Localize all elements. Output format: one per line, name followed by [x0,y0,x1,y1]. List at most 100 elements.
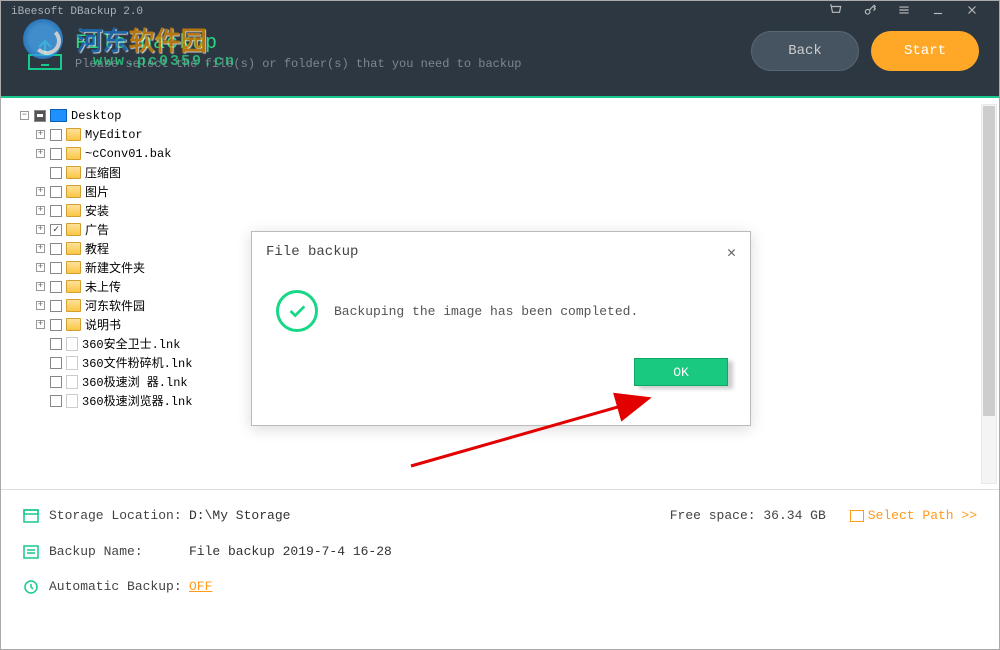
expander-icon[interactable]: + [35,319,46,330]
checkbox[interactable] [50,319,62,331]
auto-backup-toggle[interactable]: OFF [189,579,212,594]
auto-backup-row: Automatic Backup: OFF [1,569,999,604]
folder-icon [66,261,81,274]
app-title: iBeesoft DBackup 2.0 [11,6,143,18]
tree-label: MyEditor [85,128,143,142]
folder-icon [66,166,81,179]
tree-label: 360极速浏览器.lnk [82,392,192,409]
expander-icon[interactable]: + [35,205,46,216]
back-button[interactable]: Back [751,31,859,71]
footer: Storage Location: D:\My Storage Free spa… [1,489,999,649]
backup-name-value[interactable]: File backup 2019-7-4 16-28 [189,544,977,559]
checkbox[interactable] [50,186,62,198]
folder-icon [66,185,81,198]
backup-name-label: Backup Name: [49,544,189,559]
checkbox[interactable] [50,205,62,217]
tree-label: 360文件粉碎机.lnk [82,354,192,371]
scrollbar-thumb[interactable] [983,106,995,416]
select-path-icon [850,510,864,522]
checkbox[interactable] [50,395,62,407]
dialog-message: Backuping the image has been completed. [334,304,638,319]
tree-row[interactable]: + MyEditor [35,125,993,144]
expander-icon[interactable]: + [35,224,46,235]
folder-icon [66,318,81,331]
folder-icon [66,147,81,160]
checkbox[interactable]: ✓ [50,224,62,236]
minimize-icon[interactable] [931,3,945,22]
free-space: Free space: 36.34 GB [670,508,826,523]
dialog-title: File backup [266,244,358,260]
folder-icon [66,280,81,293]
folder-icon [66,223,81,236]
checkbox[interactable] [50,376,62,388]
key-icon[interactable] [863,3,877,22]
dialog-footer: OK [252,342,750,402]
checkbox[interactable] [50,338,62,350]
tree-row[interactable]: + 图片 [35,182,993,201]
tree-label: 广告 [85,221,109,238]
ok-button[interactable]: OK [634,358,728,386]
menu-icon[interactable] [897,3,911,22]
storage-location-label: Storage Location: [49,508,189,523]
tree-label: 压缩图 [85,164,121,181]
page-title: File backup [75,32,751,55]
auto-backup-icon [23,580,39,594]
expander-spacer [35,338,46,349]
header-buttons: Back Start [751,31,979,71]
expander-icon[interactable]: + [35,300,46,311]
dialog-body: Backuping the image has been completed. [252,272,750,342]
tree-label: 未上传 [85,278,121,295]
cart-icon[interactable] [829,3,843,22]
file-icon [66,337,78,351]
close-icon[interactable] [965,3,979,22]
expander-icon[interactable]: − [19,110,30,121]
expander-icon[interactable]: + [35,281,46,292]
tree-label: 360安全卫士.lnk [82,335,180,352]
checkbox[interactable] [50,167,62,179]
checkbox[interactable] [50,148,62,160]
auto-backup-label: Automatic Backup: [49,579,189,594]
expander-icon[interactable]: + [35,148,46,159]
tree-row[interactable]: +安装 [35,201,993,220]
checkbox[interactable] [50,281,62,293]
tree-row[interactable]: −Desktop [19,106,993,125]
tree-label: 360极速浏 器.lnk [82,373,188,390]
checkbox[interactable] [34,110,46,122]
desktop-icon [50,109,67,122]
dialog-close-icon[interactable]: ✕ [727,243,736,262]
checkbox[interactable] [50,243,62,255]
tree-label: 教程 [85,240,109,257]
tree-label: 新建文件夹 [85,259,145,276]
expander-icon[interactable]: + [35,262,46,273]
folder-icon [66,242,81,255]
expander-icon[interactable]: + [35,186,46,197]
expander-spacer [35,395,46,406]
expander-icon[interactable]: + [35,243,46,254]
tree-label: 图片 [85,183,109,200]
header-main: File backup Please select the file(s) or… [1,23,999,71]
checkbox[interactable] [50,300,62,312]
storage-icon [23,509,39,523]
folder-icon [66,299,81,312]
folder-icon [66,128,81,141]
tree-row[interactable]: + ~cConv01.bak [35,144,993,163]
checkbox[interactable] [50,129,62,141]
folder-icon [66,204,81,217]
scrollbar[interactable] [981,104,997,484]
page-subtitle: Please select the file(s) or folder(s) t… [75,57,751,71]
storage-location-value: D:\My Storage [189,508,670,523]
select-path-button[interactable]: Select Path >> [850,508,977,523]
checkbox[interactable] [50,262,62,274]
expander-icon[interactable]: + [35,129,46,140]
header-text: File backup Please select the file(s) or… [75,32,751,71]
file-icon [66,375,78,389]
backup-name-icon [23,545,39,559]
tree-label: ~cConv01.bak [85,147,171,161]
titlebar: iBeesoft DBackup 2.0 [1,1,999,23]
checkbox[interactable] [50,357,62,369]
success-check-icon [276,290,318,332]
window-controls [829,3,989,22]
tree-row[interactable]: 压缩图 [35,163,993,182]
completion-dialog: File backup ✕ Backuping the image has be… [251,231,751,426]
start-button[interactable]: Start [871,31,979,71]
